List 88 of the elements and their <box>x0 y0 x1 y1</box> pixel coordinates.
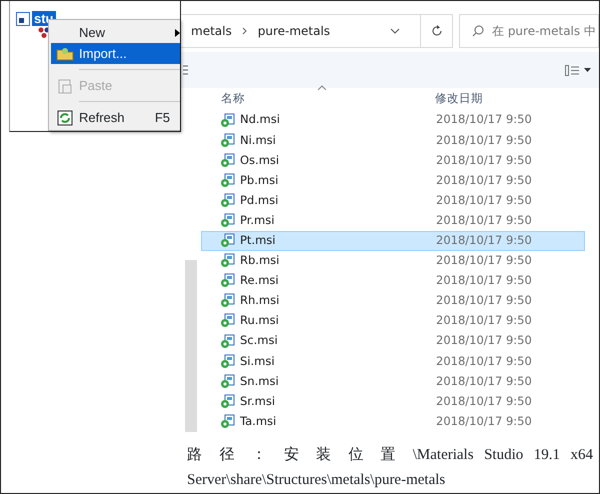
file-date: 2018/10/17 9:50 <box>436 252 532 270</box>
file-row[interactable]: Rb.msi 2018/10/17 9:50 <box>201 250 585 271</box>
file-name: Pb.msi <box>240 172 278 189</box>
file-row[interactable]: Sc.msi 2018/10/17 9:50 <box>201 331 585 352</box>
file-row[interactable]: Ta.msi 2018/10/17 9:50 <box>201 411 585 432</box>
sort-caret-icon <box>318 85 326 90</box>
file-date: 2018/10/17 9:50 <box>436 212 532 229</box>
chevron-right-icon <box>242 27 248 35</box>
file-name: Pt.msi <box>240 232 276 249</box>
clipboard-icon <box>57 78 73 94</box>
search-field[interactable]: 在 pure-metals 中 <box>459 14 599 48</box>
dropdown-icon <box>584 68 591 72</box>
refresh-icon <box>57 110 73 126</box>
file-row[interactable]: Sr.msi 2018/10/17 9:50 <box>201 391 585 412</box>
file-icon <box>220 152 236 168</box>
file-name: Sn.msi <box>240 372 279 390</box>
file-icon <box>220 233 236 248</box>
file-name: Os.msi <box>240 152 280 169</box>
view-options-button[interactable] <box>565 64 591 76</box>
file-date: 2018/10/17 9:50 <box>436 312 532 330</box>
file-icon <box>220 394 236 409</box>
file-icon <box>220 253 236 268</box>
refresh-icon <box>430 25 442 37</box>
file-name: Rh.msi <box>240 292 280 310</box>
file-date: 2018/10/17 9:50 <box>436 352 532 370</box>
file-name: Pd.msi <box>240 192 278 209</box>
file-row[interactable]: Os.msi 2018/10/17 9:50 <box>201 150 585 170</box>
file-row[interactable]: Sn.msi 2018/10/17 9:50 <box>201 371 585 392</box>
file-name: Rb.msi <box>240 252 280 270</box>
file-name: Si.msi <box>240 352 275 370</box>
file-row[interactable]: Re.msi 2018/10/17 9:50 <box>201 270 585 291</box>
dropdown-icon <box>390 28 400 34</box>
file-name: Ta.msi <box>240 412 276 430</box>
file-icon <box>220 172 236 188</box>
file-row[interactable]: Ni.msi 2018/10/17 9:50 <box>201 130 585 150</box>
file-icon <box>220 313 236 328</box>
file-date: 2018/10/17 9:50 <box>436 392 532 410</box>
submenu-arrow-icon <box>175 28 180 36</box>
address-bar[interactable]: metals pure-metals <box>181 14 453 48</box>
breadcrumb-item[interactable]: pure-metals <box>258 22 330 40</box>
file-icon <box>220 414 236 429</box>
tree-node-icon <box>16 12 30 26</box>
file-name: Pr.msi <box>240 212 274 229</box>
file-icon <box>220 273 236 288</box>
menu-item[interactable]: Import... <box>51 43 180 64</box>
file-date: 2018/10/17 9:50 <box>436 272 532 290</box>
file-date: 2018/10/17 9:50 <box>436 152 532 169</box>
file-icon <box>220 293 236 308</box>
file-icon <box>220 213 236 228</box>
folder-icon <box>56 46 74 61</box>
file-date: 2018/10/17 9:50 <box>436 412 532 430</box>
menu-item[interactable]: Refresh F5 <box>51 107 180 128</box>
file-date: 2018/10/17 9:50 <box>436 332 532 350</box>
file-row[interactable]: Pt.msi 2018/10/17 9:50 <box>201 230 585 251</box>
column-header[interactable]: 修改日期 <box>435 90 483 108</box>
file-date: 2018/10/17 9:50 <box>436 192 532 209</box>
file-name: Nd.msi <box>240 111 280 128</box>
file-date: 2018/10/17 9:50 <box>436 132 532 149</box>
file-name: Ru.msi <box>240 312 279 330</box>
file-date: 2018/10/17 9:50 <box>436 172 532 189</box>
file-date: 2018/10/17 9:50 <box>436 372 532 390</box>
file-date: 2018/10/17 9:50 <box>436 111 532 128</box>
column-header[interactable]: 名称 <box>201 90 435 108</box>
search-icon <box>472 25 484 37</box>
file-date: 2018/10/17 9:50 <box>436 292 532 310</box>
breadcrumb-item[interactable]: metals <box>191 22 232 40</box>
file-icon <box>220 334 236 349</box>
file-row[interactable]: Pd.msi 2018/10/17 9:50 <box>201 190 585 210</box>
file-row[interactable]: Rh.msi 2018/10/17 9:50 <box>201 290 585 311</box>
details-view-icon <box>565 64 579 76</box>
file-row[interactable]: Pr.msi 2018/10/17 9:50 <box>201 210 585 231</box>
file-row[interactable]: Nd.msi 2018/10/17 9:50 <box>201 110 585 130</box>
file-row[interactable]: Pb.msi 2018/10/17 9:50 <box>201 170 585 190</box>
scrollbar-thumb[interactable] <box>185 260 197 432</box>
file-icon <box>220 192 236 208</box>
file-name: Sc.msi <box>240 332 278 350</box>
file-date: 2018/10/17 9:50 <box>436 232 532 249</box>
file-row[interactable]: Ru.msi 2018/10/17 9:50 <box>201 310 585 332</box>
file-name: Re.msi <box>240 272 279 290</box>
menu-icon <box>183 65 188 75</box>
file-icon <box>220 132 236 148</box>
file-icon <box>220 374 236 389</box>
caption: 路 径 ： 安 装 位 置 \Materials Studio 19.1 x64 Server\share\Structures\metals\pure-metals <box>186 445 594 490</box>
file-name: Sr.msi <box>240 392 276 410</box>
file-icon <box>220 112 236 128</box>
file-name: Ni.msi <box>240 132 276 149</box>
file-icon <box>220 354 236 369</box>
file-row[interactable]: Si.msi 2018/10/17 9:50 <box>201 351 585 372</box>
